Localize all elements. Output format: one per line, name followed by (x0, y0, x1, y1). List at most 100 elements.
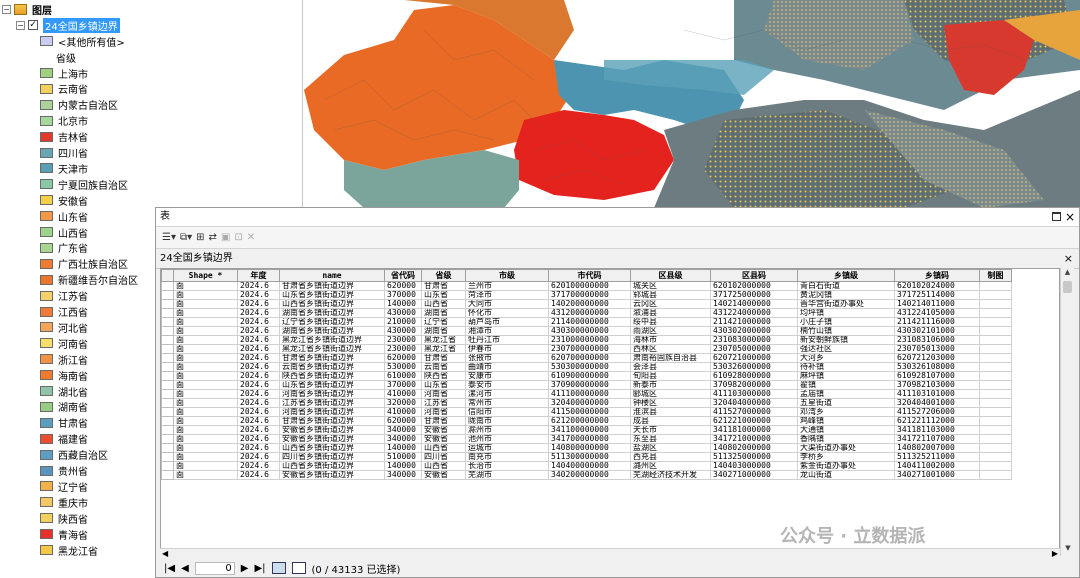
table-cell[interactable]: 面 (173, 407, 238, 417)
table-cell[interactable]: 山西省 (421, 299, 466, 309)
table-cell[interactable]: 2024.6 (237, 407, 280, 417)
table-row[interactable]: 面 2024.6 甘肃省乡镇街道边界 620000 甘肃省 兰州市 620100000000… (161, 281, 1012, 291)
table-cell[interactable]: 新安朝鲜族镇 (797, 335, 895, 345)
table-cell[interactable] (979, 371, 1012, 381)
clear-selection-icon[interactable]: ▣ (221, 230, 230, 245)
table-cell[interactable]: 140800000000 (548, 443, 631, 453)
table-row[interactable]: 面 2024.6 甘肃省乡镇街道边界 620000 甘肃省 张掖市 620700000000… (161, 353, 1012, 363)
table-cell[interactable]: 安徽省乡镇街道边界 (279, 425, 385, 435)
collapse-toggle-icon[interactable]: − (2, 4, 11, 14)
table-cell[interactable]: 芜湖市 (465, 470, 549, 480)
table-cell[interactable]: 河南省 (421, 407, 466, 417)
table-cell[interactable]: 370000 (384, 290, 422, 300)
table-cell[interactable]: 340271001000 (894, 470, 980, 480)
table-cell[interactable]: 小庄子镇 (797, 317, 895, 327)
table-cell[interactable]: 甘肃省 (421, 281, 466, 291)
table-cell[interactable]: 面 (173, 326, 238, 336)
table-cell[interactable]: 曲靖市 (465, 362, 549, 372)
table-cell[interactable]: 绥中县 (630, 317, 711, 327)
table-cell[interactable]: 231000000000 (548, 335, 631, 345)
table-cell[interactable]: 陕西省 (421, 371, 466, 381)
table-cell[interactable] (979, 425, 1012, 435)
table-cell[interactable]: 2024.6 (237, 335, 280, 345)
table-cell[interactable]: 黑龙江省乡镇街道边界 (279, 335, 385, 345)
table-cell[interactable]: 430000 (384, 326, 422, 336)
row-selector[interactable] (161, 308, 174, 318)
table-cell[interactable]: 621221112000 (894, 416, 980, 426)
row-selector[interactable] (161, 371, 174, 381)
table-cell[interactable]: 231083000000 (710, 335, 798, 345)
table-cell[interactable]: 230000 (384, 344, 422, 354)
table-cell[interactable] (979, 290, 1012, 300)
column-header[interactable]: 乡镇码 (894, 269, 980, 282)
table-cell[interactable]: 新泰市 (630, 380, 711, 390)
table-cell[interactable]: 230705000000 (710, 344, 798, 354)
table-cell[interactable]: 湖南省乡镇街道边界 (279, 326, 385, 336)
table-cell[interactable]: 海林市 (630, 335, 711, 345)
column-header[interactable]: 市级 (465, 269, 549, 282)
table-cell[interactable] (979, 308, 1012, 318)
table-cell[interactable]: 140214000000 (710, 299, 798, 309)
table-cell[interactable]: 2024.6 (237, 452, 280, 462)
table-title-bar[interactable]: 表 × (156, 208, 1079, 227)
table-cell[interactable]: 431224000000 (710, 308, 798, 318)
table-cell[interactable]: 甘肃省乡镇街道边界 (279, 281, 385, 291)
table-cell[interactable]: 320404001000 (894, 398, 980, 408)
table-cell[interactable]: 2024.6 (237, 425, 280, 435)
table-cell[interactable] (979, 416, 1012, 426)
row-selector[interactable] (161, 281, 174, 291)
table-cell[interactable]: 面 (173, 317, 238, 327)
table-cell[interactable]: 面 (173, 371, 238, 381)
table-cell[interactable]: 漯河市 (465, 389, 549, 399)
table-cell[interactable]: 431224105000 (894, 308, 980, 318)
scroll-up-icon[interactable]: ▲ (1061, 268, 1074, 280)
table-cell[interactable]: 210000 (384, 317, 422, 327)
table-cell[interactable]: 紫金街道办事处 (797, 461, 895, 471)
table-cell[interactable]: 常州市 (465, 398, 549, 408)
row-selector[interactable] (161, 443, 174, 453)
table-cell[interactable]: 大同市 (465, 299, 549, 309)
table-cell[interactable]: 2024.6 (237, 281, 280, 291)
table-cell[interactable] (979, 299, 1012, 309)
row-selector[interactable] (161, 434, 174, 444)
table-cell[interactable]: 面 (173, 380, 238, 390)
table-cell[interactable]: 龙山街道 (797, 470, 895, 480)
table-cell[interactable] (979, 461, 1012, 471)
layer-name[interactable]: 24全国乡镇边界 (43, 17, 120, 33)
column-header[interactable]: name (279, 269, 385, 282)
table-cell[interactable]: 面 (173, 353, 238, 363)
table-row[interactable]: 面 2024.6 湖南省乡镇街道边界 430000 湖南省 怀化市 431200000000… (161, 308, 1012, 318)
table-cell[interactable]: 341721000000 (710, 434, 798, 444)
table-cell[interactable]: 黄泥冈镇 (797, 290, 895, 300)
table-cell[interactable]: 620721000000 (710, 353, 798, 363)
table-cell[interactable]: 黑龙江省 (421, 335, 466, 345)
table-cell[interactable]: 面 (173, 434, 238, 444)
table-cell[interactable]: 341721107000 (894, 434, 980, 444)
table-cell[interactable]: 辽宁省乡镇街道边界 (279, 317, 385, 327)
column-header[interactable]: 省级 (421, 269, 466, 282)
table-cell[interactable]: 621221000000 (710, 416, 798, 426)
close-tab-icon[interactable]: × (1064, 249, 1073, 268)
table-cell[interactable]: 2024.6 (237, 461, 280, 471)
previous-record-icon[interactable]: ◀ (181, 563, 189, 574)
table-cell[interactable]: 郓城县 (630, 290, 711, 300)
table-cell[interactable]: 140411002000 (894, 461, 980, 471)
table-cell[interactable]: 411103101000 (894, 389, 980, 399)
vertical-scrollbar[interactable]: ▲ ▼ (1060, 268, 1074, 556)
layer-row[interactable]: − ✓ 24全国乡镇边界 (16, 17, 120, 33)
table-cell[interactable]: 2024.6 (237, 443, 280, 453)
table-cell[interactable]: 2024.6 (237, 389, 280, 399)
table-cell[interactable]: 陇南市 (465, 416, 549, 426)
table-cell[interactable]: 孟庙镇 (797, 389, 895, 399)
table-row[interactable]: 面 2024.6 山西省乡镇街道边界 140000 山西省 大同市 140200000000… (161, 299, 1012, 309)
table-cell[interactable]: 黑龙江省 (421, 344, 466, 354)
table-cell[interactable]: 湖南省 (421, 326, 466, 336)
row-selector[interactable] (161, 416, 174, 426)
table-cell[interactable]: 泰安市 (465, 380, 549, 390)
show-all-records-icon[interactable] (271, 562, 286, 574)
table-cell[interactable]: 620102024000 (894, 281, 980, 291)
table-cell[interactable]: 会泽县 (630, 362, 711, 372)
table-cell[interactable]: 四川省 (421, 452, 466, 462)
table-cell[interactable]: 411103000000 (710, 389, 798, 399)
table-cell[interactable]: 面 (173, 461, 238, 471)
